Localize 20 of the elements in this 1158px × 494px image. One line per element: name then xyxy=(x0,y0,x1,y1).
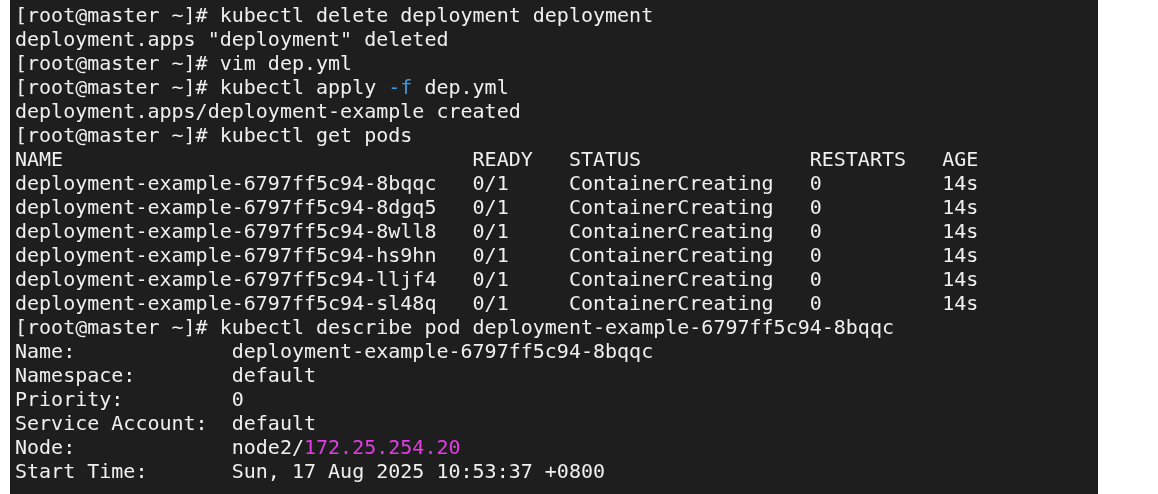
terminal-line: [root@master ~]# kubectl apply -f dep.yml xyxy=(15,75,509,99)
terminal-line: deployment-example-6797ff5c94-8wll8 0/1 ContainerCreating 0 14s xyxy=(15,219,979,243)
terminal-line: [root@master ~]# kubectl delete deployment deployment xyxy=(15,3,654,27)
terminal-line: deployment.apps "deployment" deleted xyxy=(15,27,449,51)
terminal-line: deployment-example-6797ff5c94-8bqqc 0/1 ContainerCreating 0 14s xyxy=(15,171,979,195)
terminal-line: NAME READY STATUS RESTARTS AGE xyxy=(15,147,979,171)
terminal-line: [root@master ~]# vim dep.yml xyxy=(15,51,353,75)
terminal-line: deployment.apps/deployment-example created xyxy=(15,99,521,123)
terminal-line: Service Account: default xyxy=(15,411,317,435)
terminal-line: deployment-example-6797ff5c94-lljf4 0/1 ContainerCreating 0 14s xyxy=(15,267,979,291)
terminal-line: deployment-example-6797ff5c94-sl48q 0/1 ContainerCreating 0 14s xyxy=(15,291,979,315)
terminal-line: Node: node2/172.25.254.20 xyxy=(15,435,461,459)
terminal-line: deployment-example-6797ff5c94-8dgq5 0/1 ContainerCreating 0 14s xyxy=(15,195,979,219)
terminal-line: Priority: 0 xyxy=(15,387,244,411)
terminal-line: Start Time: Sun, 17 Aug 2025 10:53:37 +0800 xyxy=(15,459,605,483)
terminal-line: [root@master ~]# kubectl get pods xyxy=(15,123,413,147)
terminal-line: deployment-example-6797ff5c94-hs9hn 0/1 ContainerCreating 0 14s xyxy=(15,243,979,267)
terminal-line: Name: deployment-example-6797ff5c94-8bqqc xyxy=(15,339,654,363)
terminal-line: Namespace: default xyxy=(15,363,317,387)
terminal-line: [root@master ~]# kubectl describe pod deployment-example-6797ff5c94-8bqqc xyxy=(15,315,894,339)
